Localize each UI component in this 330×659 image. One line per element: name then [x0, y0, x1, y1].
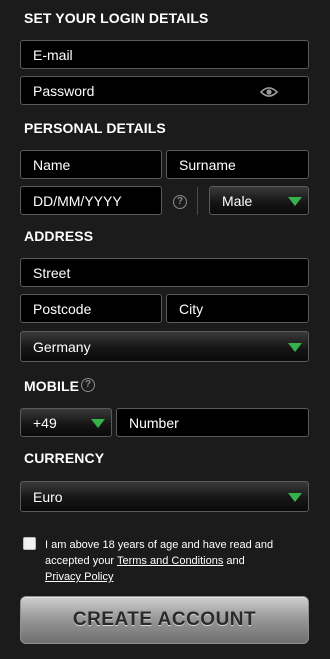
terms-text-middle: and — [223, 555, 245, 567]
country-value: Germany — [33, 338, 91, 355]
name-input[interactable] — [33, 156, 149, 173]
personal-section-title: PERSONAL DETAILS — [24, 120, 166, 136]
phone-number-input[interactable] — [129, 414, 296, 431]
city-field[interactable] — [166, 294, 309, 323]
currency-select[interactable]: Euro — [20, 481, 309, 512]
age-terms-checkbox[interactable] — [23, 537, 36, 550]
eye-icon[interactable] — [259, 85, 279, 101]
terms-link[interactable]: Terms and Conditions — [117, 555, 223, 567]
divider — [197, 187, 198, 215]
surname-input[interactable] — [179, 156, 296, 173]
dob-input[interactable] — [33, 192, 149, 209]
mobile-section-title: MOBILE — [24, 378, 80, 394]
city-input[interactable] — [179, 300, 296, 317]
login-section-title: SET YOUR LOGIN DETAILS — [24, 10, 209, 26]
street-field[interactable] — [20, 258, 309, 287]
chevron-down-icon — [288, 493, 302, 502]
address-section-title: ADDRESS — [24, 228, 94, 244]
dob-help-icon[interactable]: ? — [173, 195, 187, 209]
currency-value: Euro — [33, 488, 63, 505]
chevron-down-icon — [91, 419, 105, 428]
chevron-down-icon — [288, 343, 302, 352]
email-field[interactable] — [20, 40, 309, 69]
phone-prefix-value: +49 — [33, 414, 57, 431]
gender-select[interactable]: Male — [209, 186, 309, 215]
name-field[interactable] — [20, 150, 162, 179]
postcode-field[interactable] — [20, 294, 162, 323]
surname-field[interactable] — [166, 150, 309, 179]
email-input[interactable] — [33, 46, 296, 63]
phone-number-field[interactable] — [116, 408, 309, 437]
mobile-help-icon[interactable]: ? — [81, 378, 95, 392]
currency-section-title: CURRENCY — [24, 450, 105, 466]
dob-field[interactable] — [20, 186, 162, 215]
terms-text: I am above 18 years of age and have read… — [45, 537, 305, 585]
password-field[interactable] — [20, 76, 309, 105]
create-account-button[interactable]: CREATE ACCOUNT — [20, 596, 309, 644]
street-input[interactable] — [33, 264, 296, 281]
country-select[interactable]: Germany — [20, 331, 309, 362]
postcode-input[interactable] — [33, 300, 149, 317]
gender-value: Male — [222, 192, 253, 209]
chevron-down-icon — [288, 197, 302, 206]
phone-prefix-select[interactable]: +49 — [20, 408, 112, 437]
privacy-link[interactable]: Privacy Policy — [45, 571, 113, 583]
password-input[interactable] — [33, 82, 296, 99]
